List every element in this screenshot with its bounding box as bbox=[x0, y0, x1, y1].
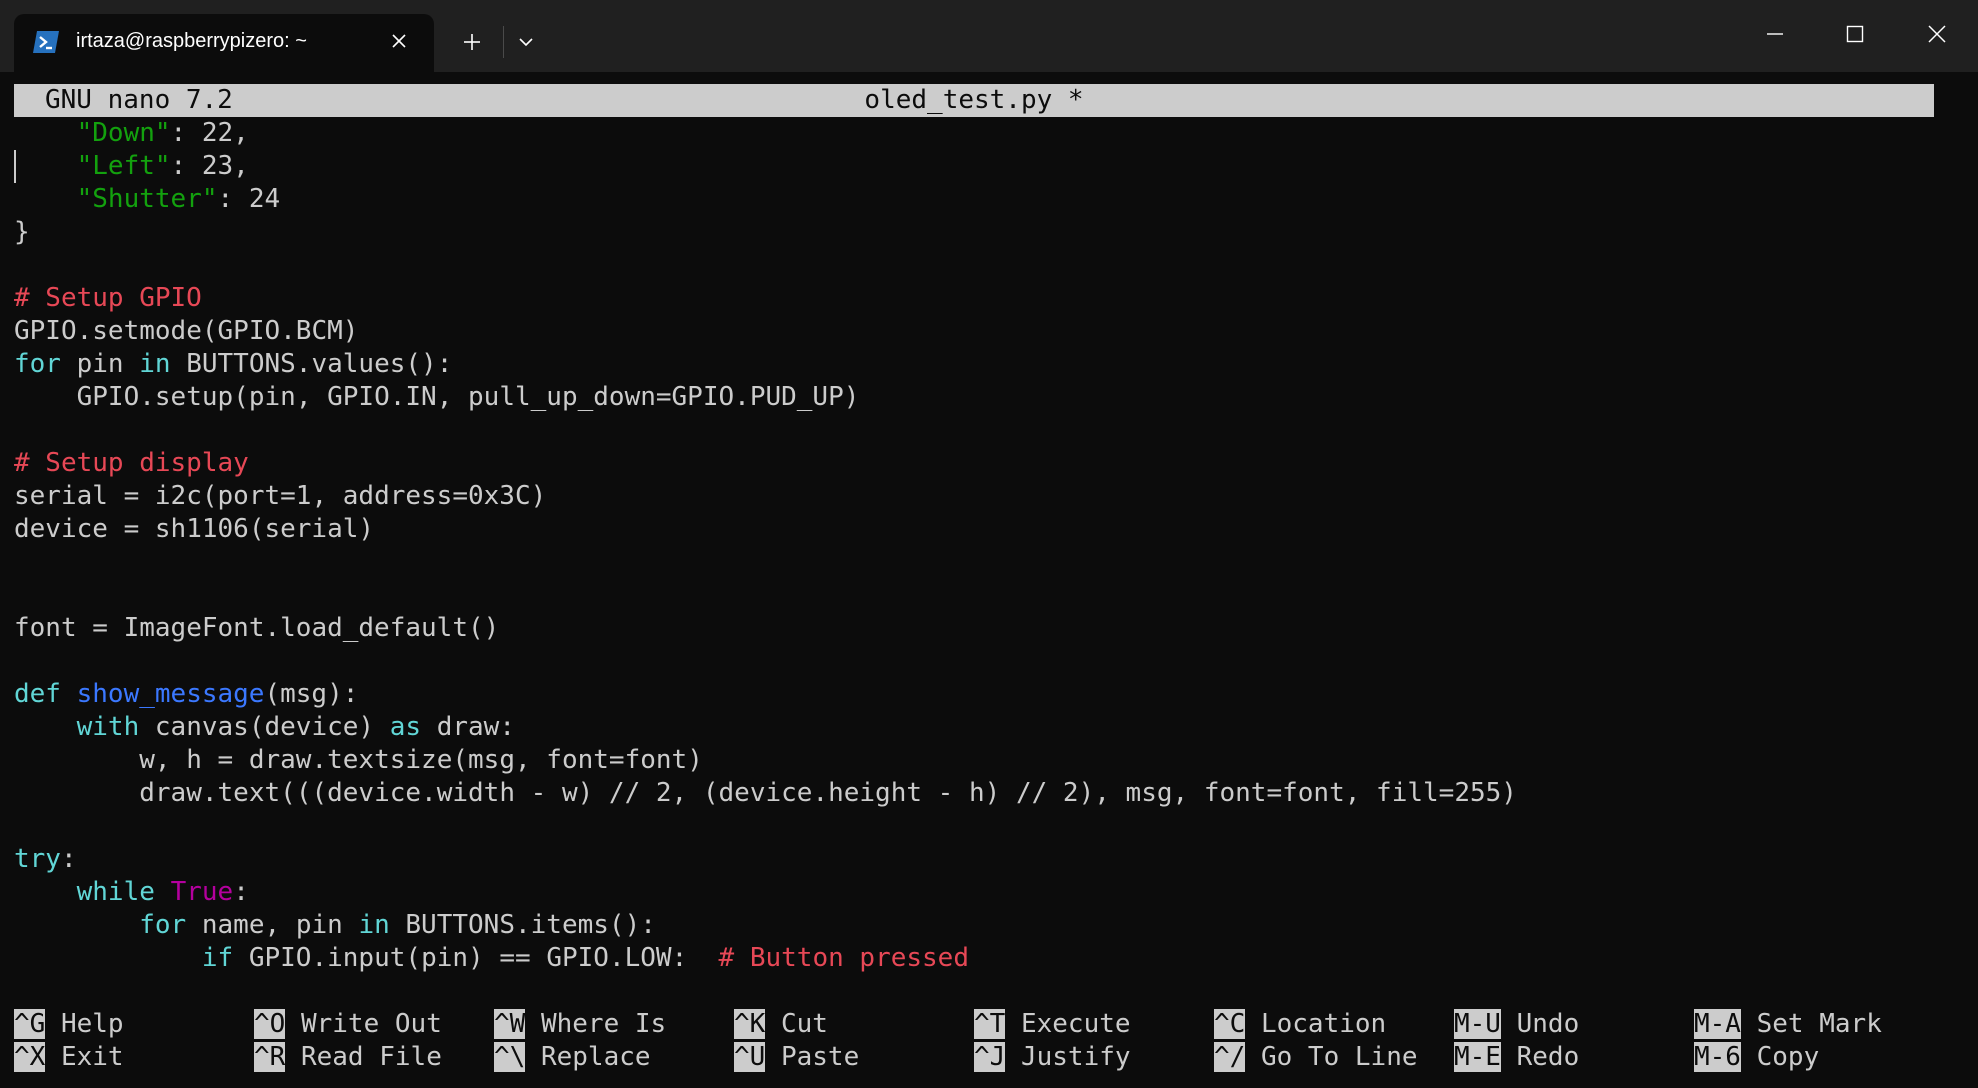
code-line[interactable]: "Down": 22, bbox=[14, 117, 1934, 150]
shortcut-label: Redo bbox=[1516, 1042, 1580, 1072]
shortcut-where-is[interactable]: ^W Where Is bbox=[494, 1008, 666, 1041]
shortcut-key: ^/ bbox=[1214, 1042, 1246, 1072]
minimize-icon bbox=[1767, 33, 1783, 35]
close-icon bbox=[392, 34, 406, 48]
shortcut-key: ^W bbox=[494, 1009, 526, 1039]
code-line[interactable] bbox=[14, 546, 1934, 579]
shortcut-help[interactable]: ^G Help bbox=[14, 1008, 124, 1041]
minimize-button[interactable] bbox=[1740, 10, 1810, 58]
code-line[interactable]: if GPIO.input(pin) == GPIO.LOW: # Button… bbox=[14, 942, 1934, 975]
shortcut-label: Location bbox=[1260, 1009, 1387, 1039]
code-line[interactable]: # Setup GPIO bbox=[14, 282, 1934, 315]
code-line[interactable] bbox=[14, 414, 1934, 447]
code-line[interactable]: def show_message(msg): bbox=[14, 678, 1934, 711]
shortcut-key: ^R bbox=[254, 1042, 286, 1072]
shortcut-key: M-6 bbox=[1694, 1042, 1741, 1072]
close-window-button[interactable] bbox=[1902, 10, 1972, 58]
code-line[interactable] bbox=[14, 249, 1934, 282]
shortcut-copy[interactable]: M-6 Copy bbox=[1694, 1041, 1819, 1074]
shortcut-bar: ^G Help ^X Exit ^O Write Out ^R Read File ^W… bbox=[14, 1008, 1934, 1074]
code-line[interactable]: GPIO.setup(pin, GPIO.IN, pull_up_down=GP… bbox=[14, 381, 1934, 414]
tab-dropdown-button[interactable] bbox=[508, 22, 544, 62]
shortcut-exit[interactable]: ^X Exit bbox=[14, 1041, 124, 1074]
shortcut-redo[interactable]: M-E Redo bbox=[1454, 1041, 1579, 1074]
shortcut-label: Set Mark bbox=[1756, 1009, 1882, 1039]
shortcut-key: M-A bbox=[1694, 1009, 1741, 1039]
shortcut-set-mark[interactable]: M-A Set Mark bbox=[1694, 1008, 1882, 1041]
plus-icon bbox=[464, 34, 480, 50]
shortcut-key: ^J bbox=[974, 1042, 1006, 1072]
terminal-area[interactable]: GNU nano 7.2 oled_test.py * "Down": 22, … bbox=[14, 84, 1934, 1074]
code-line[interactable]: GPIO.setmode(GPIO.BCM) bbox=[14, 315, 1934, 348]
chevron-down-icon bbox=[519, 38, 533, 47]
shortcut-write-out[interactable]: ^O Write Out bbox=[254, 1008, 442, 1041]
code-line[interactable] bbox=[14, 810, 1934, 843]
shortcut-label: Help bbox=[60, 1009, 124, 1039]
code-line[interactable]: with canvas(device) as draw: bbox=[14, 711, 1934, 744]
shortcut-justify[interactable]: ^J Justify bbox=[974, 1041, 1131, 1074]
file-name: oled_test.py * bbox=[864, 85, 1084, 115]
shortcut-replace[interactable]: ^\ Replace bbox=[494, 1041, 651, 1074]
shortcut-key: ^O bbox=[254, 1009, 286, 1039]
code-line[interactable]: device = sh1106(serial) bbox=[14, 513, 1934, 546]
shortcut-label: Execute bbox=[1020, 1009, 1131, 1039]
new-tab-button[interactable] bbox=[454, 22, 490, 62]
shortcut-paste[interactable]: ^U Paste bbox=[734, 1041, 859, 1074]
powershell-icon bbox=[33, 31, 59, 53]
shortcut-key: ^G bbox=[14, 1009, 46, 1039]
shortcut-label: Justify bbox=[1020, 1042, 1131, 1072]
code-line[interactable]: for pin in BUTTONS.values(): bbox=[14, 348, 1934, 381]
shortcut-key: ^U bbox=[734, 1042, 766, 1072]
shortcut-key: ^K bbox=[734, 1009, 766, 1039]
shortcut-cut[interactable]: ^K Cut bbox=[734, 1008, 828, 1041]
tab-close-button[interactable] bbox=[386, 28, 412, 54]
code-line[interactable] bbox=[14, 579, 1934, 612]
code-line[interactable]: # Setup display bbox=[14, 447, 1934, 480]
shortcut-key: M-U bbox=[1454, 1009, 1501, 1039]
shortcut-label: Paste bbox=[780, 1042, 860, 1072]
shortcut-label: Exit bbox=[60, 1042, 124, 1072]
code-line[interactable] bbox=[14, 645, 1934, 678]
shortcut-key: ^C bbox=[1214, 1009, 1246, 1039]
close-icon bbox=[1928, 25, 1946, 43]
tab-title: irtaza@raspberrypizero: ~ bbox=[76, 30, 307, 52]
shortcut-label: Copy bbox=[1756, 1042, 1820, 1072]
shortcut-label: Cut bbox=[780, 1009, 828, 1039]
shortcut-label: Undo bbox=[1516, 1009, 1580, 1039]
code-line[interactable]: "Shutter": 24 bbox=[14, 183, 1934, 216]
shortcut-read-file[interactable]: ^R Read File bbox=[254, 1041, 442, 1074]
code-editor[interactable]: "Down": 22, "Left": 23, "Shutter": 24} # … bbox=[14, 117, 1934, 975]
nano-header-bar: GNU nano 7.2 oled_test.py * bbox=[14, 84, 1934, 117]
code-line[interactable]: font = ImageFont.load_default() bbox=[14, 612, 1934, 645]
code-line[interactable]: try: bbox=[14, 843, 1934, 876]
maximize-button[interactable] bbox=[1820, 10, 1890, 58]
shortcut-location[interactable]: ^C Location bbox=[1214, 1008, 1386, 1041]
shortcut-label: Read File bbox=[300, 1042, 442, 1072]
maximize-icon bbox=[1846, 25, 1864, 43]
title-bar: irtaza@raspberrypizero: ~ bbox=[0, 0, 1978, 72]
code-line[interactable]: serial = i2c(port=1, address=0x3C) bbox=[14, 480, 1934, 513]
shortcut-undo[interactable]: M-U Undo bbox=[1454, 1008, 1579, 1041]
shortcut-key: ^X bbox=[14, 1042, 46, 1072]
code-line[interactable]: draw.text(((device.width - w) // 2, (dev… bbox=[14, 777, 1934, 810]
shortcut-key: M-E bbox=[1454, 1042, 1501, 1072]
shortcut-label: Replace bbox=[540, 1042, 651, 1072]
shortcut-go-to-line[interactable]: ^/ Go To Line bbox=[1214, 1041, 1418, 1074]
terminal-tab[interactable]: irtaza@raspberrypizero: ~ bbox=[14, 14, 434, 72]
code-line[interactable]: } bbox=[14, 216, 1934, 249]
shortcut-execute[interactable]: ^T Execute bbox=[974, 1008, 1131, 1041]
code-line[interactable]: while True: bbox=[14, 876, 1934, 909]
code-line[interactable]: w, h = draw.textsize(msg, font=font) bbox=[14, 744, 1934, 777]
shortcut-key: ^T bbox=[974, 1009, 1006, 1039]
shortcut-label: Go To Line bbox=[1260, 1042, 1418, 1072]
titlebar-divider bbox=[503, 26, 504, 58]
code-line[interactable]: "Left": 23, bbox=[14, 150, 1934, 183]
shortcut-label: Write Out bbox=[300, 1009, 442, 1039]
shortcut-key: ^\ bbox=[494, 1042, 526, 1072]
code-line[interactable]: for name, pin in BUTTONS.items(): bbox=[14, 909, 1934, 942]
shortcut-label: Where Is bbox=[540, 1009, 667, 1039]
